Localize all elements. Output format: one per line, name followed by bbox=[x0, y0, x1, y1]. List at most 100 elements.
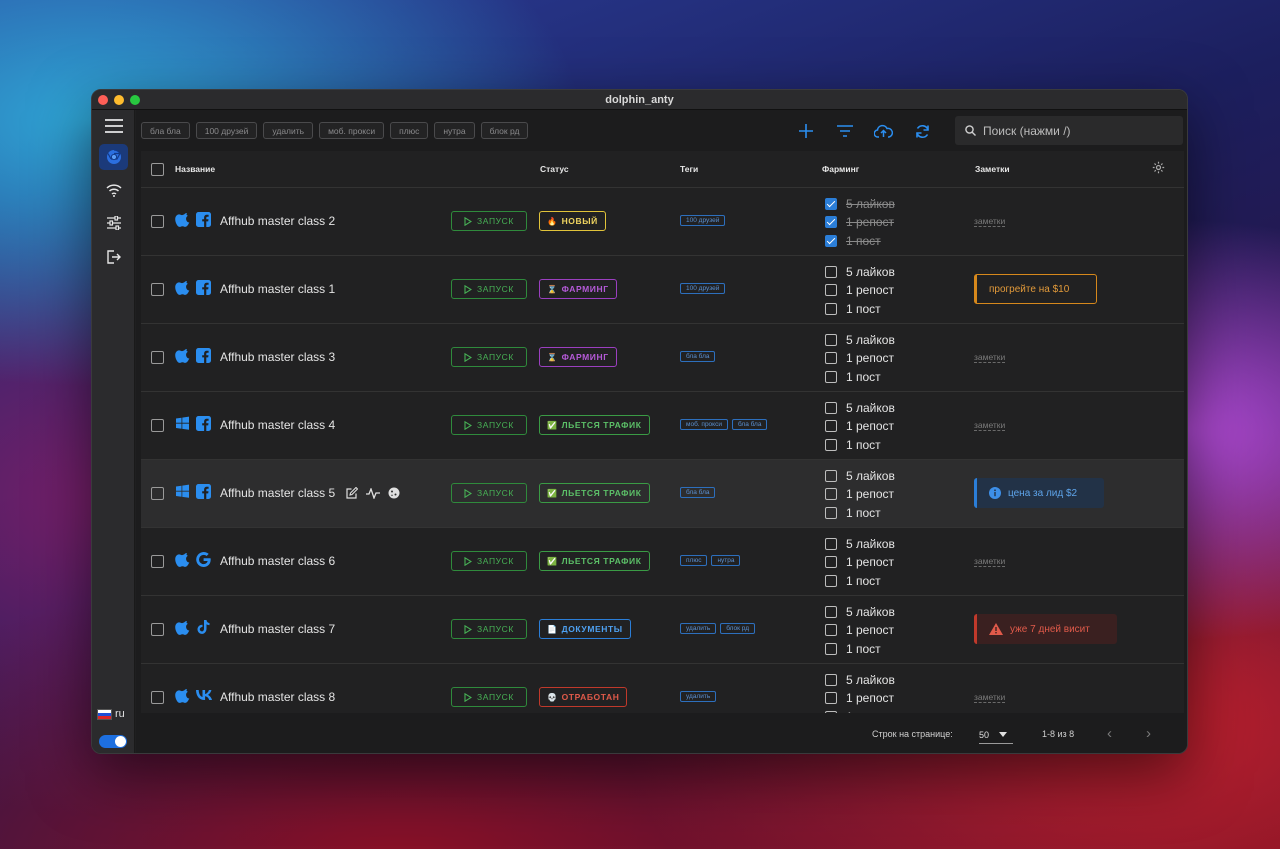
status-badge[interactable]: ✅ ЛЬЕТСЯ ТРАФИК bbox=[539, 415, 650, 435]
profile-name[interactable]: Affhub master class 1 bbox=[220, 282, 335, 296]
farming-item[interactable]: 5 лайков bbox=[825, 331, 895, 349]
farming-checkbox[interactable] bbox=[825, 402, 837, 415]
status-badge[interactable]: 🔥 НОВЫЙ bbox=[539, 211, 606, 231]
farming-item[interactable]: 5 лайков bbox=[825, 671, 895, 689]
tag[interactable]: удалить bbox=[680, 623, 717, 634]
farming-checkbox[interactable] bbox=[825, 234, 837, 247]
row-checkbox[interactable] bbox=[151, 351, 164, 364]
filter-chip[interactable]: бла бла bbox=[141, 122, 190, 139]
status-badge[interactable]: ⌛ ФАРМИНГ bbox=[539, 279, 617, 299]
minimize-window-button[interactable] bbox=[114, 95, 124, 105]
note-placeholder-link[interactable]: заметки bbox=[974, 352, 1006, 363]
row-checkbox[interactable] bbox=[151, 487, 164, 500]
tag[interactable]: бла бла bbox=[731, 419, 768, 430]
search-input[interactable] bbox=[983, 123, 1173, 138]
profile-name[interactable]: Affhub master class 6 bbox=[220, 554, 335, 568]
farming-checkbox[interactable] bbox=[825, 284, 837, 297]
status-badge[interactable]: 📄 ДОКУМЕНТЫ bbox=[539, 619, 631, 639]
column-settings-icon[interactable] bbox=[1152, 161, 1165, 179]
farming-checkbox[interactable] bbox=[825, 538, 837, 551]
tag[interactable]: удалить bbox=[680, 691, 717, 702]
farming-checkbox[interactable] bbox=[825, 574, 837, 587]
prev-page-icon[interactable]: ‹ bbox=[1107, 725, 1112, 742]
refresh-icon[interactable] bbox=[913, 122, 932, 140]
farming-item[interactable]: 1 пост bbox=[825, 572, 895, 590]
header-name[interactable]: Название bbox=[175, 164, 215, 174]
note-box[interactable]: цена за лид $2 bbox=[974, 478, 1104, 508]
header-status[interactable]: Статус bbox=[540, 164, 569, 174]
settings-sliders-icon[interactable] bbox=[99, 210, 128, 236]
farming-checkbox[interactable] bbox=[825, 198, 837, 211]
language-switch[interactable]: ru bbox=[97, 708, 125, 720]
run-button[interactable]: ЗАПУСК bbox=[451, 483, 527, 503]
farming-item[interactable]: 1 пост bbox=[825, 640, 895, 658]
row-checkbox[interactable] bbox=[151, 691, 164, 704]
logout-icon[interactable] bbox=[99, 244, 128, 270]
farming-item[interactable]: 1 репост bbox=[825, 621, 895, 639]
farming-checkbox[interactable] bbox=[825, 420, 837, 433]
tag[interactable]: 100 друзей bbox=[680, 215, 726, 226]
tag[interactable]: моб. прокси bbox=[680, 419, 728, 430]
farming-item[interactable]: 5 лайков bbox=[825, 399, 895, 417]
farming-checkbox[interactable] bbox=[825, 606, 837, 619]
profile-name[interactable]: Affhub master class 3 bbox=[220, 350, 335, 364]
profile-name[interactable]: Affhub master class 4 bbox=[220, 418, 335, 432]
run-button[interactable]: ЗАПУСК bbox=[451, 347, 527, 367]
farming-item[interactable]: 5 лайков bbox=[825, 195, 895, 213]
row-checkbox[interactable] bbox=[151, 283, 164, 296]
wifi-proxy-icon[interactable] bbox=[99, 177, 128, 203]
table-row[interactable]: Affhub master class 2 ЗАПУСК 🔥 НОВЫЙ 100 дру… bbox=[141, 188, 1184, 256]
filter-chip[interactable]: удалить bbox=[263, 122, 314, 139]
farming-item[interactable]: 1 репост bbox=[825, 349, 895, 367]
table-row[interactable]: Affhub master class 5 ЗАПУСК ✅ ЛЬЕТСЯ ТРАФИ… bbox=[141, 460, 1184, 528]
note-placeholder-link[interactable]: заметки bbox=[974, 420, 1006, 431]
farming-item[interactable]: 1 пост bbox=[825, 232, 895, 250]
farming-checkbox[interactable] bbox=[825, 216, 837, 229]
farming-item[interactable]: 1 репост bbox=[825, 553, 895, 571]
farming-checkbox[interactable] bbox=[825, 556, 837, 569]
note-box[interactable]: прогрейте на $10 bbox=[974, 274, 1097, 304]
status-badge[interactable]: ✅ ЛЬЕТСЯ ТРАФИК bbox=[539, 483, 650, 503]
tag[interactable]: 100 друзей bbox=[680, 283, 726, 294]
farming-checkbox[interactable] bbox=[825, 266, 837, 279]
farming-item[interactable]: 1 репост bbox=[825, 213, 895, 231]
status-badge[interactable]: ⌛ ФАРМИНГ bbox=[539, 347, 617, 367]
farming-checkbox[interactable] bbox=[825, 470, 837, 483]
profile-name[interactable]: Affhub master class 2 bbox=[220, 214, 335, 228]
farming-item[interactable]: 1 пост bbox=[825, 504, 895, 522]
run-button[interactable]: ЗАПУСК bbox=[451, 551, 527, 571]
menu-icon[interactable] bbox=[99, 113, 128, 139]
farming-item[interactable]: 1 репост bbox=[825, 417, 895, 435]
maximize-window-button[interactable] bbox=[130, 95, 140, 105]
farming-item[interactable]: 1 репост bbox=[825, 281, 895, 299]
activity-icon[interactable] bbox=[366, 486, 380, 504]
run-button[interactable]: ЗАПУСК bbox=[451, 211, 527, 231]
header-farming[interactable]: Фарминг bbox=[822, 164, 859, 174]
status-badge[interactable]: 💀 ОТРАБОТАН bbox=[539, 687, 628, 707]
farming-item[interactable]: 5 лайков bbox=[825, 603, 895, 621]
farming-item[interactable]: 5 лайков bbox=[825, 263, 895, 281]
note-placeholder-link[interactable]: заметки bbox=[974, 692, 1006, 703]
rows-per-page-select[interactable]: 50 bbox=[979, 726, 1013, 744]
table-row[interactable]: Affhub master class 7 ЗАПУСК 📄 ДОКУМЕНТЫ уда… bbox=[141, 596, 1184, 664]
next-page-icon[interactable]: › bbox=[1146, 725, 1151, 742]
row-checkbox[interactable] bbox=[151, 215, 164, 228]
run-button[interactable]: ЗАПУСК bbox=[451, 687, 527, 707]
header-notes[interactable]: Заметки bbox=[975, 164, 1010, 174]
table-row[interactable]: Affhub master class 3 ЗАПУСК ⌛ ФАРМИНГ бла б… bbox=[141, 324, 1184, 392]
filter-chip[interactable]: 100 друзей bbox=[195, 122, 258, 139]
farming-item[interactable]: 1 пост bbox=[825, 436, 895, 454]
tag[interactable]: бла бла bbox=[680, 351, 716, 362]
status-badge[interactable]: ✅ ЛЬЕТСЯ ТРАФИК bbox=[539, 551, 650, 571]
cookie-icon[interactable] bbox=[388, 486, 400, 504]
farming-item[interactable]: 1 репост bbox=[825, 485, 895, 503]
search-box[interactable] bbox=[955, 116, 1183, 145]
farming-item[interactable]: 1 пост bbox=[825, 368, 895, 386]
tag[interactable]: бла бла bbox=[680, 487, 716, 498]
farming-checkbox[interactable] bbox=[825, 438, 837, 451]
farming-checkbox[interactable] bbox=[825, 506, 837, 519]
note-placeholder-link[interactable]: заметки bbox=[974, 556, 1006, 567]
filter-chip[interactable]: блок рд bbox=[480, 122, 529, 139]
select-all-checkbox[interactable] bbox=[151, 163, 164, 176]
run-button[interactable]: ЗАПУСК bbox=[451, 415, 527, 435]
